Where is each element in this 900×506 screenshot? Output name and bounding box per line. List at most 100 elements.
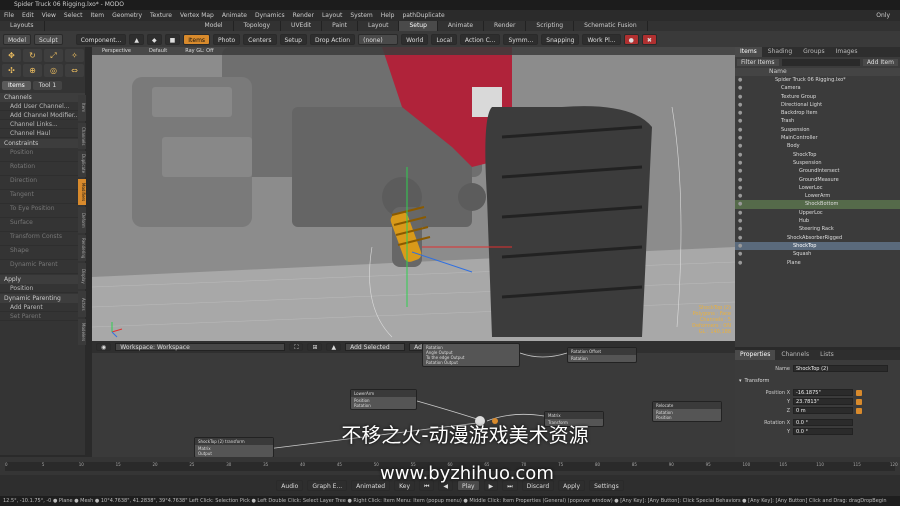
tab-model[interactable]: Model [195, 21, 234, 31]
constraint-direction[interactable]: Direction [0, 176, 85, 190]
visibility-eye-icon[interactable]: ● [738, 142, 742, 150]
tab-properties[interactable]: Properties [735, 350, 776, 360]
local-button[interactable]: Local [431, 33, 457, 45]
tab-groups[interactable]: Groups [798, 47, 829, 57]
visibility-eye-icon[interactable]: ● [738, 242, 742, 250]
setup-button[interactable]: Setup [279, 33, 307, 45]
visibility-eye-icon[interactable]: ● [738, 209, 742, 217]
tree-item[interactable]: ● ShockTop [735, 241, 900, 251]
menu-system[interactable]: System [350, 12, 372, 19]
record-icon[interactable]: ● [623, 33, 639, 45]
model-button[interactable]: Model [3, 33, 32, 45]
tree-item[interactable]: ● ShockAbsorberRigged [735, 234, 900, 242]
visibility-eye-icon[interactable]: ● [738, 109, 742, 117]
vtab-channels[interactable]: Channels [78, 123, 86, 149]
tab-schematic-fusion[interactable]: Schematic Fusion [574, 21, 648, 31]
rotate-icon[interactable]: ↻ [23, 49, 42, 62]
filter-items-field[interactable]: Filter Items [737, 59, 779, 66]
items-mode-button[interactable]: Items [183, 33, 211, 45]
tree-item[interactable]: ● ShockTop [735, 151, 900, 159]
position-button[interactable]: Position [0, 284, 85, 293]
tab-images[interactable]: Images [831, 47, 863, 57]
visibility-eye-icon[interactable]: ● [738, 167, 742, 175]
graph-editor-button[interactable]: Graph E... [307, 480, 348, 491]
rotation-x-field[interactable]: 0.0 ° [793, 419, 853, 426]
menu-texture[interactable]: Texture [150, 12, 172, 19]
tab-scripting[interactable]: Scripting [526, 21, 575, 31]
tree-item[interactable]: ● Body [735, 142, 900, 150]
settings-button[interactable]: Settings [589, 480, 624, 491]
tab-topology[interactable]: Topology [234, 21, 282, 31]
edge-mode-icon[interactable]: ◆ [146, 33, 162, 45]
visibility-eye-icon[interactable]: ● [738, 200, 742, 208]
center-icon[interactable]: ◎ [44, 64, 63, 77]
tab-render[interactable]: Render [484, 21, 527, 31]
visibility-eye-icon[interactable]: ● [738, 234, 742, 242]
constraint-dynamic-parent[interactable]: Dynamic Parent [0, 260, 85, 274]
filter-input[interactable] [781, 59, 860, 66]
tab-animate[interactable]: Animate [438, 21, 485, 31]
tree-item[interactable]: ● Plane [735, 259, 900, 267]
layouts-menu[interactable]: Layouts [0, 21, 45, 31]
menu-edit[interactable]: Edit [22, 12, 34, 19]
visibility-eye-icon[interactable]: ● [738, 250, 742, 258]
tree-item[interactable]: ● GroundMeasure [735, 176, 900, 184]
vtab-duplicate[interactable]: Duplicate [78, 151, 86, 177]
add-channel-modifier-button[interactable]: Add Channel Modifier... [0, 111, 85, 120]
view-type-dropdown[interactable]: Perspective [102, 47, 131, 55]
channel-haul-button[interactable]: Channel Haul [0, 129, 85, 138]
set-parent-button[interactable]: Set Parent [0, 312, 85, 321]
tree-item[interactable]: ● Texture Group [735, 93, 900, 101]
action-center-button[interactable]: Action C... [459, 33, 501, 45]
name-field[interactable]: ShockTop (2) [793, 365, 888, 372]
visibility-eye-icon[interactable]: ● [738, 84, 742, 92]
audio-button[interactable]: Audio [276, 480, 304, 491]
pivot-icon[interactable]: ⊕ [23, 64, 42, 77]
visibility-eye-icon[interactable]: ● [738, 126, 742, 134]
tab-tool[interactable]: Tool 1 [32, 81, 63, 90]
constraint-tangent[interactable]: Tangent [0, 190, 85, 204]
schematic-node[interactable]: Rotation Offset Rotation [567, 347, 637, 363]
snapping-button[interactable]: Snapping [541, 33, 580, 45]
vtab-item[interactable]: Item [78, 95, 86, 121]
schematic-node[interactable]: LowerArm Position Rotation [350, 389, 417, 410]
workplane-button[interactable]: Work Pl... [582, 33, 621, 45]
visibility-eye-icon[interactable]: ● [738, 217, 742, 225]
dynamic-parenting-header[interactable]: Dynamic Parenting [0, 294, 85, 303]
constraint-to-eye[interactable]: To Eye Position [0, 204, 85, 218]
menu-animate[interactable]: Animate [222, 12, 247, 19]
constraint-transform[interactable]: Transform Consts [0, 232, 85, 246]
constraint-position[interactable]: Position [0, 148, 85, 162]
menu-file[interactable]: File [4, 12, 14, 19]
scale-icon[interactable]: ⤢ [44, 49, 63, 62]
menu-help[interactable]: Help [381, 12, 395, 19]
photo-button[interactable]: Photo [213, 33, 241, 45]
constraint-shape[interactable]: Shape [0, 246, 85, 260]
visibility-eye-icon[interactable]: ● [738, 93, 742, 101]
tree-item[interactable]: ● Backdrop Item [735, 109, 900, 117]
apply-button-timeline[interactable]: Apply [558, 480, 586, 491]
transform-section[interactable]: ▾ Transform [735, 376, 900, 385]
world-button[interactable]: World [401, 33, 429, 45]
tab-items-list[interactable]: Items [735, 47, 762, 57]
visibility-eye-icon[interactable]: ● [738, 117, 742, 125]
add-item-button[interactable]: Add Item [862, 59, 898, 66]
tab-channels[interactable]: Channels [776, 350, 814, 360]
menu-vertex-map[interactable]: Vertex Map [180, 12, 214, 19]
move-icon[interactable]: ✥ [2, 49, 21, 62]
sculpt-button[interactable]: Sculpt [34, 33, 63, 45]
vtab-actors[interactable]: Actors [78, 291, 86, 317]
tree-item[interactable]: ● Hub [735, 217, 900, 225]
tree-item[interactable]: ● Trash [735, 117, 900, 125]
schematic-node[interactable]: Relocate Rotation Position [652, 401, 722, 422]
animate-key-icon[interactable] [856, 389, 862, 396]
vertex-mode-icon[interactable]: ▲ [129, 33, 144, 45]
visibility-eye-icon[interactable]: ● [738, 184, 742, 192]
transform-icon[interactable]: ✧ [65, 49, 84, 62]
3d-viewport[interactable]: Perspective Default Ray GL: Off ShockTop… [92, 47, 735, 341]
centers-button[interactable]: Centers [243, 33, 277, 45]
poly-mode-icon[interactable]: ■ [164, 33, 181, 45]
add-parent-button[interactable]: Add Parent [0, 303, 85, 312]
tab-items[interactable]: Items [2, 81, 31, 90]
animate-key-icon[interactable] [856, 407, 862, 414]
